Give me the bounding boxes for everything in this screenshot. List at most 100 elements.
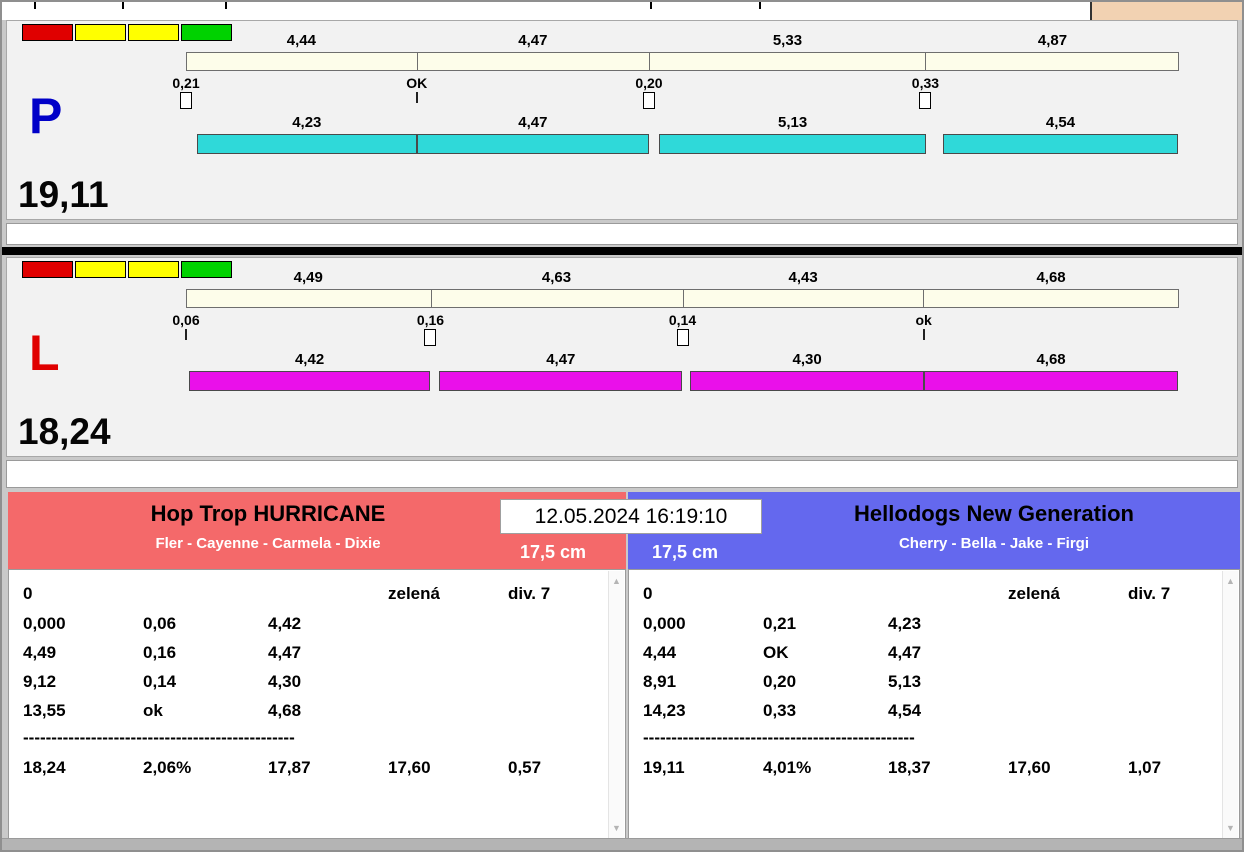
table-cell: 4,01% [763, 758, 812, 777]
table-cell: 19,11 [643, 758, 685, 777]
scroll-up-icon[interactable]: ▲ [609, 574, 624, 588]
table-cell: 4,44 [643, 643, 677, 662]
top-strip [2, 2, 1242, 20]
table-cell: 0,16 [143, 643, 177, 662]
table-cell: div. 7 [1128, 584, 1171, 603]
changeover-marker-tick [185, 329, 187, 340]
separator-row: ----------------------------------------… [643, 728, 915, 747]
changeover-marker-tick [922, 329, 925, 340]
changeover-label: ok [915, 312, 932, 328]
run-row: 13,55 ok 4,68 [23, 701, 599, 727]
table-cell: 0 [643, 584, 653, 603]
table-cell: 0,000 [643, 614, 686, 633]
top-tick-mark [759, 2, 761, 9]
run-times-bar [186, 134, 1179, 154]
team-panel-left: Hop Trop HURRICANE Fler - Cayenne - Carm… [8, 492, 626, 840]
summary-row: 18,24 2,06% 17,87 17,60 0,57 [23, 758, 599, 784]
titlebar-fragment [1090, 2, 1242, 20]
changeover-label: 0,14 [668, 312, 697, 328]
run-time-labels: 4,42 4,47 4,30 4,68 [186, 351, 1179, 369]
lane-panel-l: 4,49 4,63 4,43 4,68 0,06 0,16 0,14 ok 4,42 4,47… [6, 257, 1238, 457]
table-cell: 0 [23, 584, 33, 603]
split-divider [682, 290, 684, 307]
table-cell: 4,42 [268, 614, 302, 633]
changeover-label: 0,16 [416, 312, 445, 328]
results-section: Hop Trop HURRICANE Fler - Cayenne - Carm… [6, 492, 1240, 840]
run-time-bar [690, 371, 925, 391]
split-time-labels: 4,49 4,63 4,43 4,68 [186, 269, 1179, 287]
run-time-label: 4,54 [1045, 114, 1076, 131]
changeover-labels: 0,06 0,16 0,14 ok [172, 312, 1179, 328]
run-row: 9,12 0,14 4,30 [23, 672, 599, 698]
table-cell: 0,14 [143, 672, 177, 691]
team-results-table: 0 zelená div. 7 0,000 0,21 4,23 4,44 OK 4,47 8,91… [628, 569, 1240, 840]
table-scrollbar[interactable]: ▲ ▼ [1222, 571, 1238, 838]
empty-field-strip [6, 223, 1238, 245]
changeover-label: 0,33 [911, 75, 940, 91]
table-cell: 8,91 [643, 672, 677, 691]
run-time-label: 4,47 [546, 351, 576, 368]
run-time-bar [196, 134, 417, 154]
changeover-label: OK [406, 75, 428, 91]
table-cell: 17,87 [268, 758, 311, 777]
split-time-label: 4,47 [518, 32, 548, 49]
lane-total-time-p: 19,11 [18, 174, 109, 215]
scroll-down-icon[interactable]: ▼ [609, 821, 624, 835]
table-cell: 4,47 [268, 643, 302, 662]
run-time-bar [659, 134, 926, 154]
lane-total-time-l: 18,24 [18, 411, 111, 452]
changeover-marker-box [424, 329, 437, 346]
info-row: 0 zelená div. 7 [23, 584, 599, 610]
table-cell: 18,37 [888, 758, 931, 777]
traffic-light [128, 24, 179, 41]
run-row: 8,91 0,20 5,13 [643, 672, 1213, 698]
table-scrollbar[interactable]: ▲ ▼ [608, 571, 624, 838]
run-time-label: 4,68 [1036, 351, 1066, 368]
scroll-down-icon[interactable]: ▼ [1223, 821, 1238, 835]
jump-height: 17,5 cm [520, 542, 587, 562]
table-cell: 5,13 [888, 672, 922, 691]
app-window: 4,44 4,47 5,33 4,87 0,21 OK 0,20 0,33 4,23 4,47… [0, 0, 1244, 852]
team-results-table: 0 zelená div. 7 0,000 0,06 4,42 4,49 0,16 4,47 9,… [8, 569, 626, 840]
run-time-label: 4,23 [292, 114, 322, 131]
traffic-light [75, 24, 126, 41]
table-cell: 4,23 [888, 614, 922, 633]
run-times-bar [186, 371, 1179, 391]
run-time-bar [923, 371, 1179, 391]
changeover-marker-box [919, 92, 932, 109]
changeover-marker-tick [415, 92, 418, 103]
run-row: 0,000 0,21 4,23 [643, 614, 1213, 640]
table-cell: 17,60 [388, 758, 431, 777]
split-time-label: 4,49 [293, 269, 323, 286]
split-divider [430, 290, 432, 307]
table-cell: 4,49 [23, 643, 57, 662]
changeover-labels: 0,21 OK 0,20 0,33 [172, 75, 1179, 91]
table-cell: 4,54 [888, 701, 922, 720]
lane-chart-l: 4,49 4,63 4,43 4,68 0,06 0,16 0,14 ok 4,42 4,47… [172, 258, 1179, 456]
table-cell: 17,60 [1008, 758, 1051, 777]
table-cell: 4,47 [888, 643, 922, 662]
table-cell: 13,55 [23, 701, 66, 720]
split-time-labels: 4,44 4,47 5,33 4,87 [186, 32, 1179, 50]
run-row: 4,49 0,16 4,47 [23, 643, 599, 669]
split-time-label: 4,63 [541, 269, 572, 286]
table-cell: 0,06 [143, 614, 177, 633]
table-cell: 2,06% [143, 758, 192, 777]
lane-panel-p: 4,44 4,47 5,33 4,87 0,21 OK 0,20 0,33 4,23 4,47… [6, 20, 1238, 220]
traffic-light [22, 24, 73, 41]
run-row: 4,44 OK 4,47 [643, 643, 1213, 669]
summary-row: 19,11 4,01% 18,37 17,60 1,07 [643, 758, 1213, 784]
run-time-bar [416, 134, 649, 154]
scroll-up-icon[interactable]: ▲ [1223, 574, 1238, 588]
table-cell: 18,24 [23, 758, 66, 777]
run-time-bar [189, 371, 430, 391]
split-divider [417, 53, 419, 70]
top-tick-mark [225, 2, 227, 9]
run-time-label: 5,13 [778, 114, 808, 131]
traffic-light [22, 261, 73, 278]
table-cell: 0,33 [763, 701, 797, 720]
empty-field-strip [6, 460, 1238, 488]
table-cell: 4,68 [268, 701, 302, 720]
traffic-light [75, 261, 126, 278]
team-dogs: Fler - Cayenne - Carmela - Dixie [155, 535, 381, 552]
